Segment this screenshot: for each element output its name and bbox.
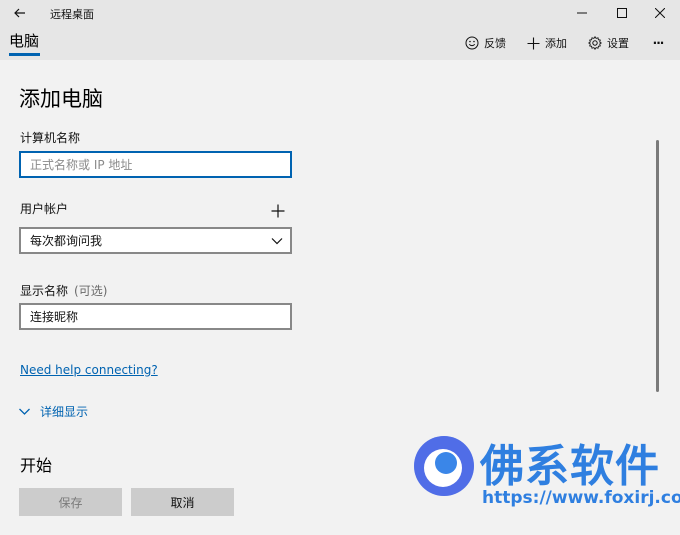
- chevron-down-icon: [271, 238, 283, 245]
- settings-label: 设置: [607, 37, 629, 50]
- display-name-label-text: 显示名称: [20, 284, 69, 298]
- feedback-button[interactable]: 反馈: [465, 34, 506, 52]
- watermark: 佛系软件 https://www.foxirj.com: [410, 428, 680, 520]
- settings-button[interactable]: 设置: [588, 34, 629, 52]
- more-icon: ···: [652, 36, 665, 50]
- watermark-url: https://www.foxirj.com: [482, 488, 680, 508]
- show-details-toggle[interactable]: 详细显示: [18, 403, 88, 420]
- tab-active-indicator: [9, 53, 40, 56]
- show-details-label: 详细显示: [40, 405, 89, 419]
- page-title: 添加电脑: [19, 87, 103, 111]
- save-button[interactable]: 保存: [19, 488, 122, 516]
- arrow-left-icon: [14, 8, 25, 18]
- optional-hint: (可选): [74, 284, 108, 298]
- user-account-value: 每次都询问我: [30, 234, 103, 248]
- watermark-brand: 佛系软件: [480, 441, 660, 492]
- tab-pcs[interactable]: 电脑: [9, 30, 39, 51]
- watermark-logo-icon: [414, 436, 474, 496]
- plus-icon: [271, 204, 285, 218]
- computer-name-input[interactable]: [19, 151, 292, 178]
- chevron-down-icon: [19, 408, 30, 415]
- close-icon: [655, 8, 665, 18]
- display-name-input[interactable]: [19, 303, 292, 330]
- user-account-label: 用户帐户: [20, 202, 69, 216]
- more-button[interactable]: ···: [648, 34, 668, 52]
- computer-name-label: 计算机名称: [20, 131, 81, 145]
- minimize-button[interactable]: [560, 0, 604, 26]
- add-user-account-button[interactable]: [268, 201, 288, 221]
- start-section-heading: 开始: [20, 456, 53, 475]
- cancel-button[interactable]: 取消: [131, 488, 234, 516]
- plus-icon: [527, 37, 540, 49]
- back-button[interactable]: [6, 1, 34, 25]
- command-bar: 电脑 反馈 添加 设置 ···: [0, 26, 680, 60]
- add-pc-panel: 添加电脑 计算机名称 用户帐户 每次都询问我 显示名称 (可选) Need hel…: [0, 60, 680, 535]
- close-button[interactable]: [638, 0, 680, 26]
- maximize-icon: [617, 8, 627, 18]
- vertical-scrollbar[interactable]: [656, 140, 659, 392]
- smiley-icon: [465, 36, 479, 50]
- user-account-select[interactable]: 每次都询问我: [19, 227, 292, 254]
- feedback-label: 反馈: [484, 37, 506, 50]
- title-bar: 远程桌面: [0, 0, 680, 26]
- add-button[interactable]: 添加: [527, 34, 567, 52]
- help-connecting-link[interactable]: Need help connecting?: [20, 363, 158, 377]
- display-name-label: 显示名称 (可选): [20, 282, 107, 299]
- add-label: 添加: [545, 37, 567, 50]
- gear-icon: [588, 36, 602, 50]
- window-title: 远程桌面: [50, 8, 94, 21]
- minimize-icon: [577, 12, 587, 14]
